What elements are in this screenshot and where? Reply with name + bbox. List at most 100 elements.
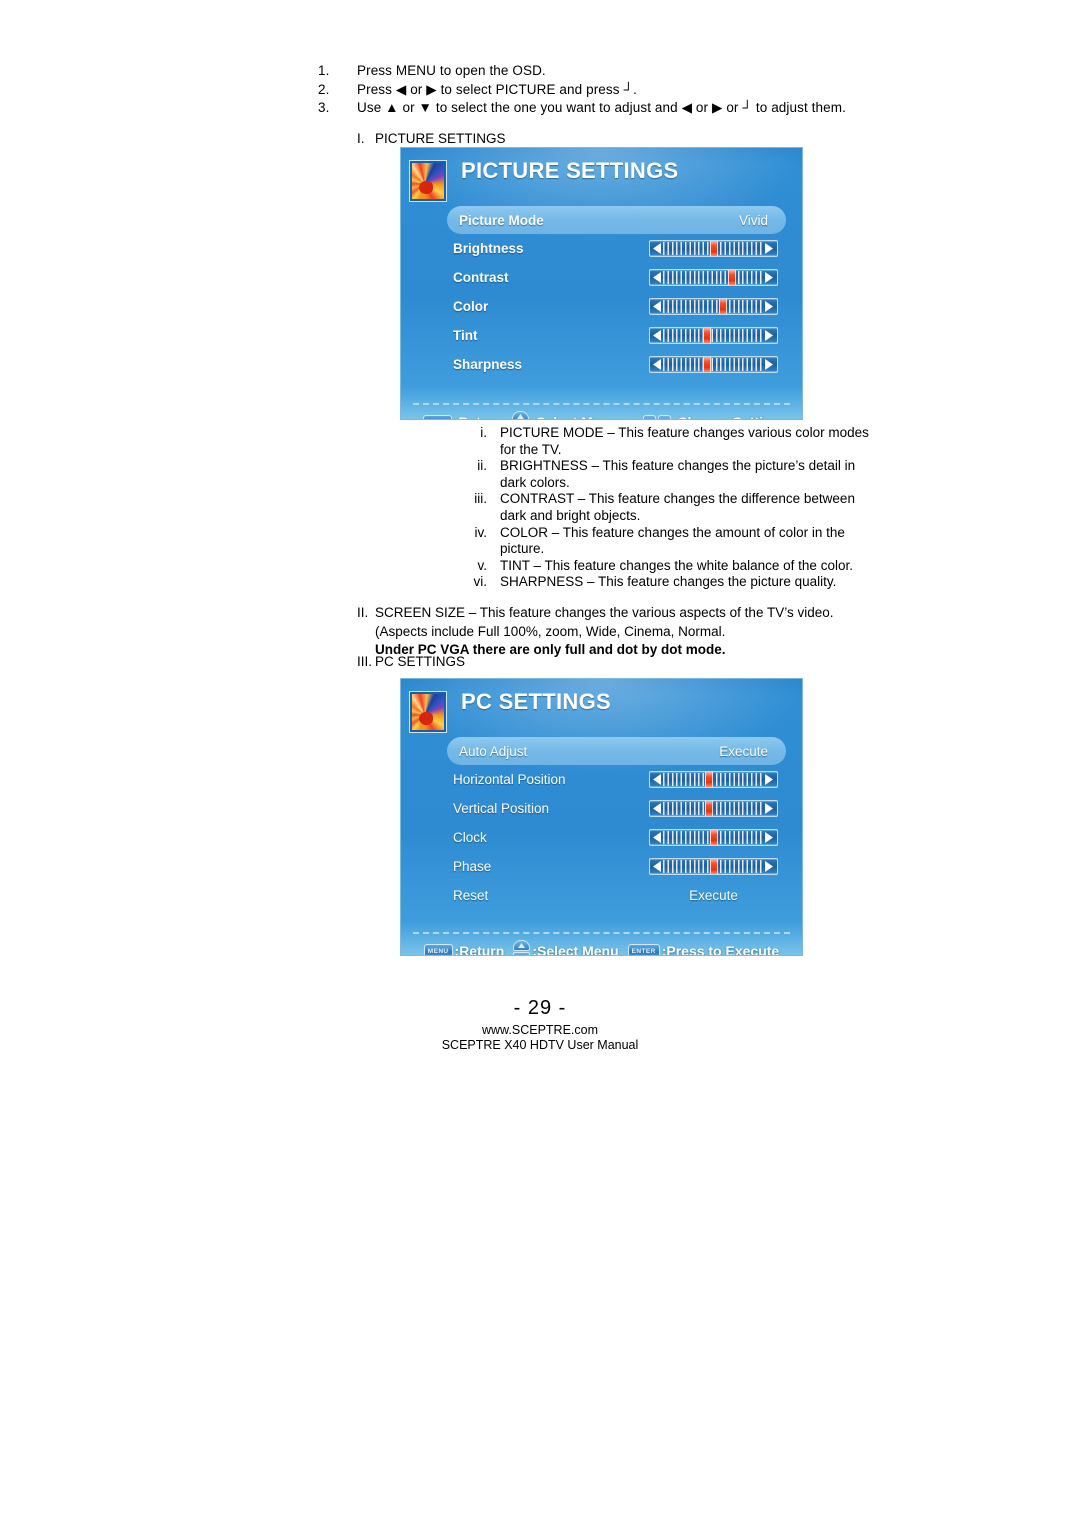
osd-row-clock[interactable]: Clock — [453, 823, 778, 852]
row-label: Color — [453, 299, 489, 314]
osd-row-reset[interactable]: Reset Execute — [453, 881, 778, 910]
osd-divider — [413, 932, 790, 934]
slider-knob[interactable] — [709, 241, 718, 256]
step-text: Press ◀ or ▶ to select PICTURE and press… — [357, 81, 637, 97]
list-item-text: PICTURE MODE – This feature changes vari… — [500, 425, 869, 457]
right-arrow-icon — [764, 358, 775, 371]
brightness-slider[interactable] — [649, 240, 778, 257]
right-arrow-icon — [764, 300, 775, 313]
osd-row-contrast[interactable]: Contrast — [453, 263, 778, 292]
list-item: i. PICTURE MODE – This feature changes v… — [318, 425, 878, 458]
list-item: v. TINT – This feature changes the white… — [318, 558, 878, 575]
manual-page: 1. Press MENU to open the OSD. 2. Press … — [0, 0, 1080, 1528]
menu-key-icon: MENU — [422, 415, 452, 419]
phase-slider[interactable] — [649, 858, 778, 875]
up-down-key-icon — [512, 410, 530, 419]
horizontal-position-slider[interactable] — [649, 771, 778, 788]
select-menu-hint[interactable]: :Select Menu — [512, 410, 618, 419]
right-arrow-icon — [764, 329, 775, 342]
clock-slider[interactable] — [649, 829, 778, 846]
left-right-key-icon — [642, 414, 671, 419]
row-label: Brightness — [453, 241, 524, 256]
section-screen-size: II. SCREEN SIZE – This feature changes t… — [318, 604, 878, 660]
up-down-key-icon — [513, 939, 531, 955]
slider-track — [663, 328, 764, 343]
row-label: Contrast — [453, 270, 509, 285]
list-item-text: SHARPNESS – This feature changes the pic… — [500, 574, 837, 590]
picture-settings-osd: PICTURE SETTINGS Picture Mode Vivid Brig… — [400, 147, 803, 420]
row-label: Reset — [453, 888, 489, 903]
step-item: 1. Press MENU to open the OSD. — [318, 62, 878, 81]
return-hint[interactable]: MENU :Return — [423, 943, 504, 955]
slider-knob[interactable] — [718, 299, 727, 314]
slider-knob[interactable] — [703, 328, 712, 343]
list-item-number: ii. — [477, 458, 487, 474]
row-value: Execute — [689, 888, 738, 903]
return-hint[interactable]: MENU :Return — [422, 414, 504, 419]
row-value: Execute — [719, 743, 768, 759]
step-text: Press MENU to open the OSD. — [357, 63, 546, 78]
slider-knob[interactable] — [705, 801, 714, 816]
osd-row-brightness[interactable]: Brightness — [453, 234, 778, 263]
list-item-text: COLOR – This feature changes the amount … — [500, 524, 845, 557]
section-number: III. — [357, 654, 373, 669]
slider-knob[interactable] — [705, 772, 714, 787]
step-item: 3. Use ▲ or ▼ to select the one you want… — [318, 99, 878, 118]
section-title: PICTURE SETTINGS — [375, 131, 506, 146]
step-text: Use ▲ or ▼ to select the one you want to… — [357, 100, 846, 116]
enter-key-icon: ENTER — [627, 944, 660, 955]
slider-knob[interactable] — [703, 357, 712, 372]
select-menu-hint[interactable]: :Select Menu — [513, 939, 619, 956]
osd-header: PICTURE SETTINGS — [401, 148, 802, 206]
select-menu-label: :Select Menu — [532, 943, 619, 956]
osd-row-tint[interactable]: Tint — [453, 321, 778, 350]
slider-knob[interactable] — [709, 859, 718, 874]
left-arrow-icon — [652, 831, 663, 844]
osd-row-color[interactable]: Color — [453, 292, 778, 321]
color-slider[interactable] — [649, 298, 778, 315]
left-arrow-icon — [652, 300, 663, 313]
slider-track — [663, 772, 764, 787]
list-item-number: vi. — [473, 574, 488, 590]
list-item-text: TINT – This feature changes the white ba… — [500, 557, 853, 573]
list-item: ii. BRIGHTNESS – This feature changes th… — [318, 458, 878, 491]
section-number: II. — [357, 605, 369, 620]
instruction-steps: 1. Press MENU to open the OSD. 2. Press … — [318, 62, 878, 118]
osd-divider — [413, 403, 790, 405]
flower-thumbnail-icon — [409, 691, 447, 733]
row-value: Vivid — [738, 212, 768, 228]
page-number: - 29 - — [513, 997, 567, 1019]
right-arrow-icon — [764, 802, 775, 815]
slider-knob[interactable] — [727, 270, 736, 285]
tint-slider[interactable] — [649, 327, 778, 344]
row-label: Tint — [453, 328, 478, 343]
right-arrow-icon — [764, 271, 775, 284]
press-to-execute-hint[interactable]: ENTER :Press to Execute — [627, 943, 779, 955]
step-item: 2. Press ◀ or ▶ to select PICTURE and pr… — [318, 81, 878, 100]
return-label: :Return — [454, 414, 504, 419]
slider-knob[interactable] — [709, 830, 718, 845]
vertical-position-slider[interactable] — [649, 800, 778, 817]
osd-row-phase[interactable]: Phase — [453, 852, 778, 881]
section-heading-pc-settings: III. PC SETTINGS — [318, 653, 878, 672]
osd-row-vertical-position[interactable]: Vertical Position — [453, 794, 778, 823]
row-label: Horizontal Position — [453, 772, 566, 787]
pc-settings-osd: PC SETTINGS Auto Adjust Execute Horizont… — [400, 678, 803, 956]
osd-row-picture-mode[interactable]: Picture Mode Vivid — [447, 206, 786, 234]
slider-track — [663, 859, 764, 874]
contrast-slider[interactable] — [649, 269, 778, 286]
step-number: 1. — [318, 63, 330, 78]
row-label: Phase — [453, 859, 492, 874]
osd-title: PICTURE SETTINGS — [461, 158, 679, 183]
left-arrow-icon — [652, 773, 663, 786]
sharpness-slider[interactable] — [649, 356, 778, 373]
osd-row-auto-adjust[interactable]: Auto Adjust Execute — [447, 737, 786, 765]
change-setting-hint[interactable]: :Change Setting — [642, 414, 780, 419]
list-item-text: CONTRAST – This feature changes the diff… — [500, 491, 855, 523]
step-number: 3. — [318, 100, 330, 116]
list-item: iv. COLOR – This feature changes the amo… — [318, 525, 878, 558]
slider-track — [663, 241, 764, 256]
osd-row-horizontal-position[interactable]: Horizontal Position — [453, 765, 778, 794]
osd-row-sharpness[interactable]: Sharpness — [453, 350, 778, 379]
right-arrow-icon — [764, 773, 775, 786]
